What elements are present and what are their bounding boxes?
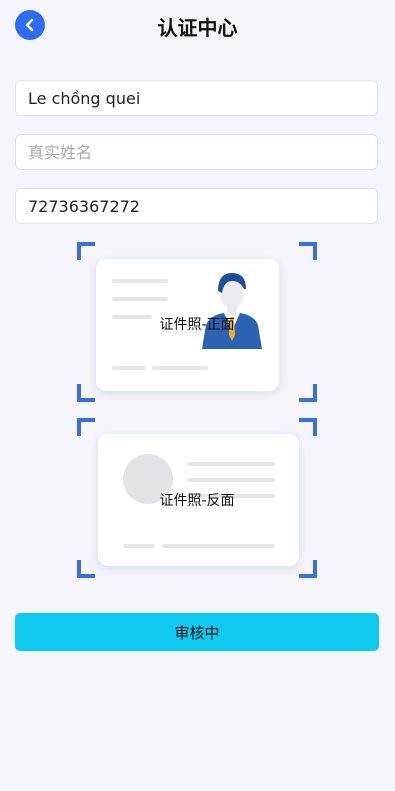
frame-corner xyxy=(299,242,317,260)
placeholder-line xyxy=(162,544,275,548)
id-front-label: 证件照-正面 xyxy=(159,317,235,333)
frame-corner xyxy=(299,384,317,402)
phone-input[interactable] xyxy=(15,188,378,224)
page-title: 认证中心 xyxy=(157,16,238,40)
frame-corner xyxy=(77,384,95,402)
placeholder-line xyxy=(112,279,168,283)
frame-corner xyxy=(77,242,95,260)
frame-corner xyxy=(77,418,95,436)
placeholder-line xyxy=(123,544,155,548)
placeholder-line xyxy=(152,366,208,370)
submit-review-button[interactable]: 审核中 xyxy=(15,613,379,651)
placeholder-line xyxy=(112,366,146,370)
placeholder-line xyxy=(187,462,275,466)
username-input[interactable] xyxy=(15,80,378,116)
person-portrait-icon xyxy=(202,273,262,349)
id-back-label: 证件照-反面 xyxy=(159,493,235,509)
frame-corner xyxy=(299,560,317,578)
frame-corner xyxy=(299,418,317,436)
id-front-upload[interactable]: 证件照-正面 xyxy=(77,242,317,402)
header-bar: 认证中心 xyxy=(0,0,395,52)
placeholder-line xyxy=(187,478,275,482)
realname-input[interactable] xyxy=(15,134,378,170)
placeholder-line xyxy=(112,297,168,301)
frame-corner xyxy=(77,560,95,578)
id-back-upload[interactable]: 证件照-反面 xyxy=(77,418,317,578)
